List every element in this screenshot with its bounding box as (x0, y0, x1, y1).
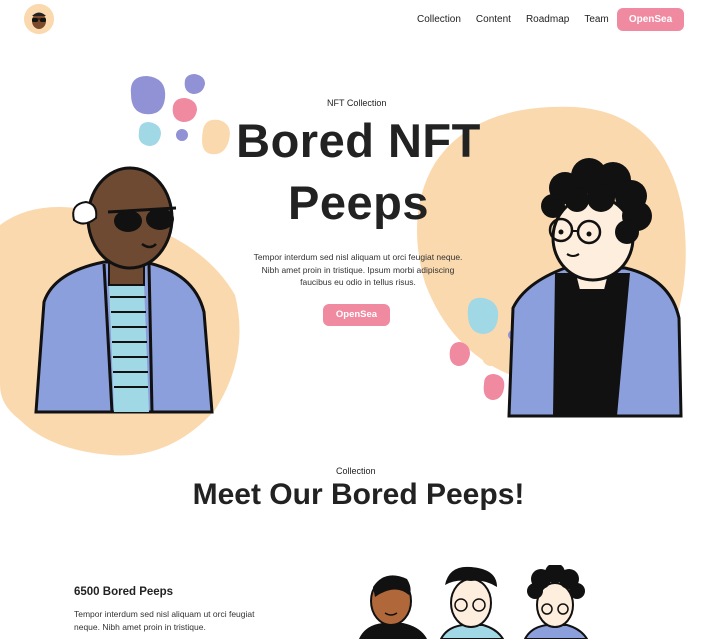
hero-description: Tempor interdum sed nisl aliquam ut orci… (253, 252, 463, 287)
top-navigation: Collection Content Roadmap Team OpenSea (0, 0, 717, 40)
nav-link-team[interactable]: Team (584, 14, 608, 25)
bald-peep-sunglasses-illustration (34, 166, 214, 414)
stat-title: 6500 Bored Peeps (74, 586, 174, 598)
collection-title: Meet Our Bored Peeps! (192, 478, 525, 511)
hero-eyebrow-text: NFT Collection (327, 98, 387, 108)
hero-title: Bored NFT Peeps (200, 110, 517, 234)
nav-link-collection[interactable]: Collection (417, 14, 461, 25)
opensea-nav-button[interactable]: OpenSea (617, 8, 684, 31)
nav-link-content[interactable]: Content (476, 14, 511, 25)
peeps-preview-illustration (359, 565, 589, 639)
nav-link-roadmap[interactable]: Roadmap (526, 14, 569, 25)
collection-eyebrow: Collection (332, 466, 376, 476)
hero-title-line2: Peeps (288, 176, 429, 229)
stat-description: Tempor interdum sed nisl aliquam ut orci… (74, 609, 255, 632)
nav-links: Collection Content Roadmap Team (417, 14, 624, 25)
collection-eyebrow-text: Collection (336, 466, 376, 476)
hero-eyebrow: NFT Collection (323, 98, 387, 108)
curly-peep-glasses-illustration (507, 158, 683, 418)
hero-title-line1: Bored NFT (236, 114, 481, 167)
opensea-hero-button[interactable]: OpenSea (323, 304, 390, 326)
avatar-logo-icon[interactable] (24, 4, 54, 34)
